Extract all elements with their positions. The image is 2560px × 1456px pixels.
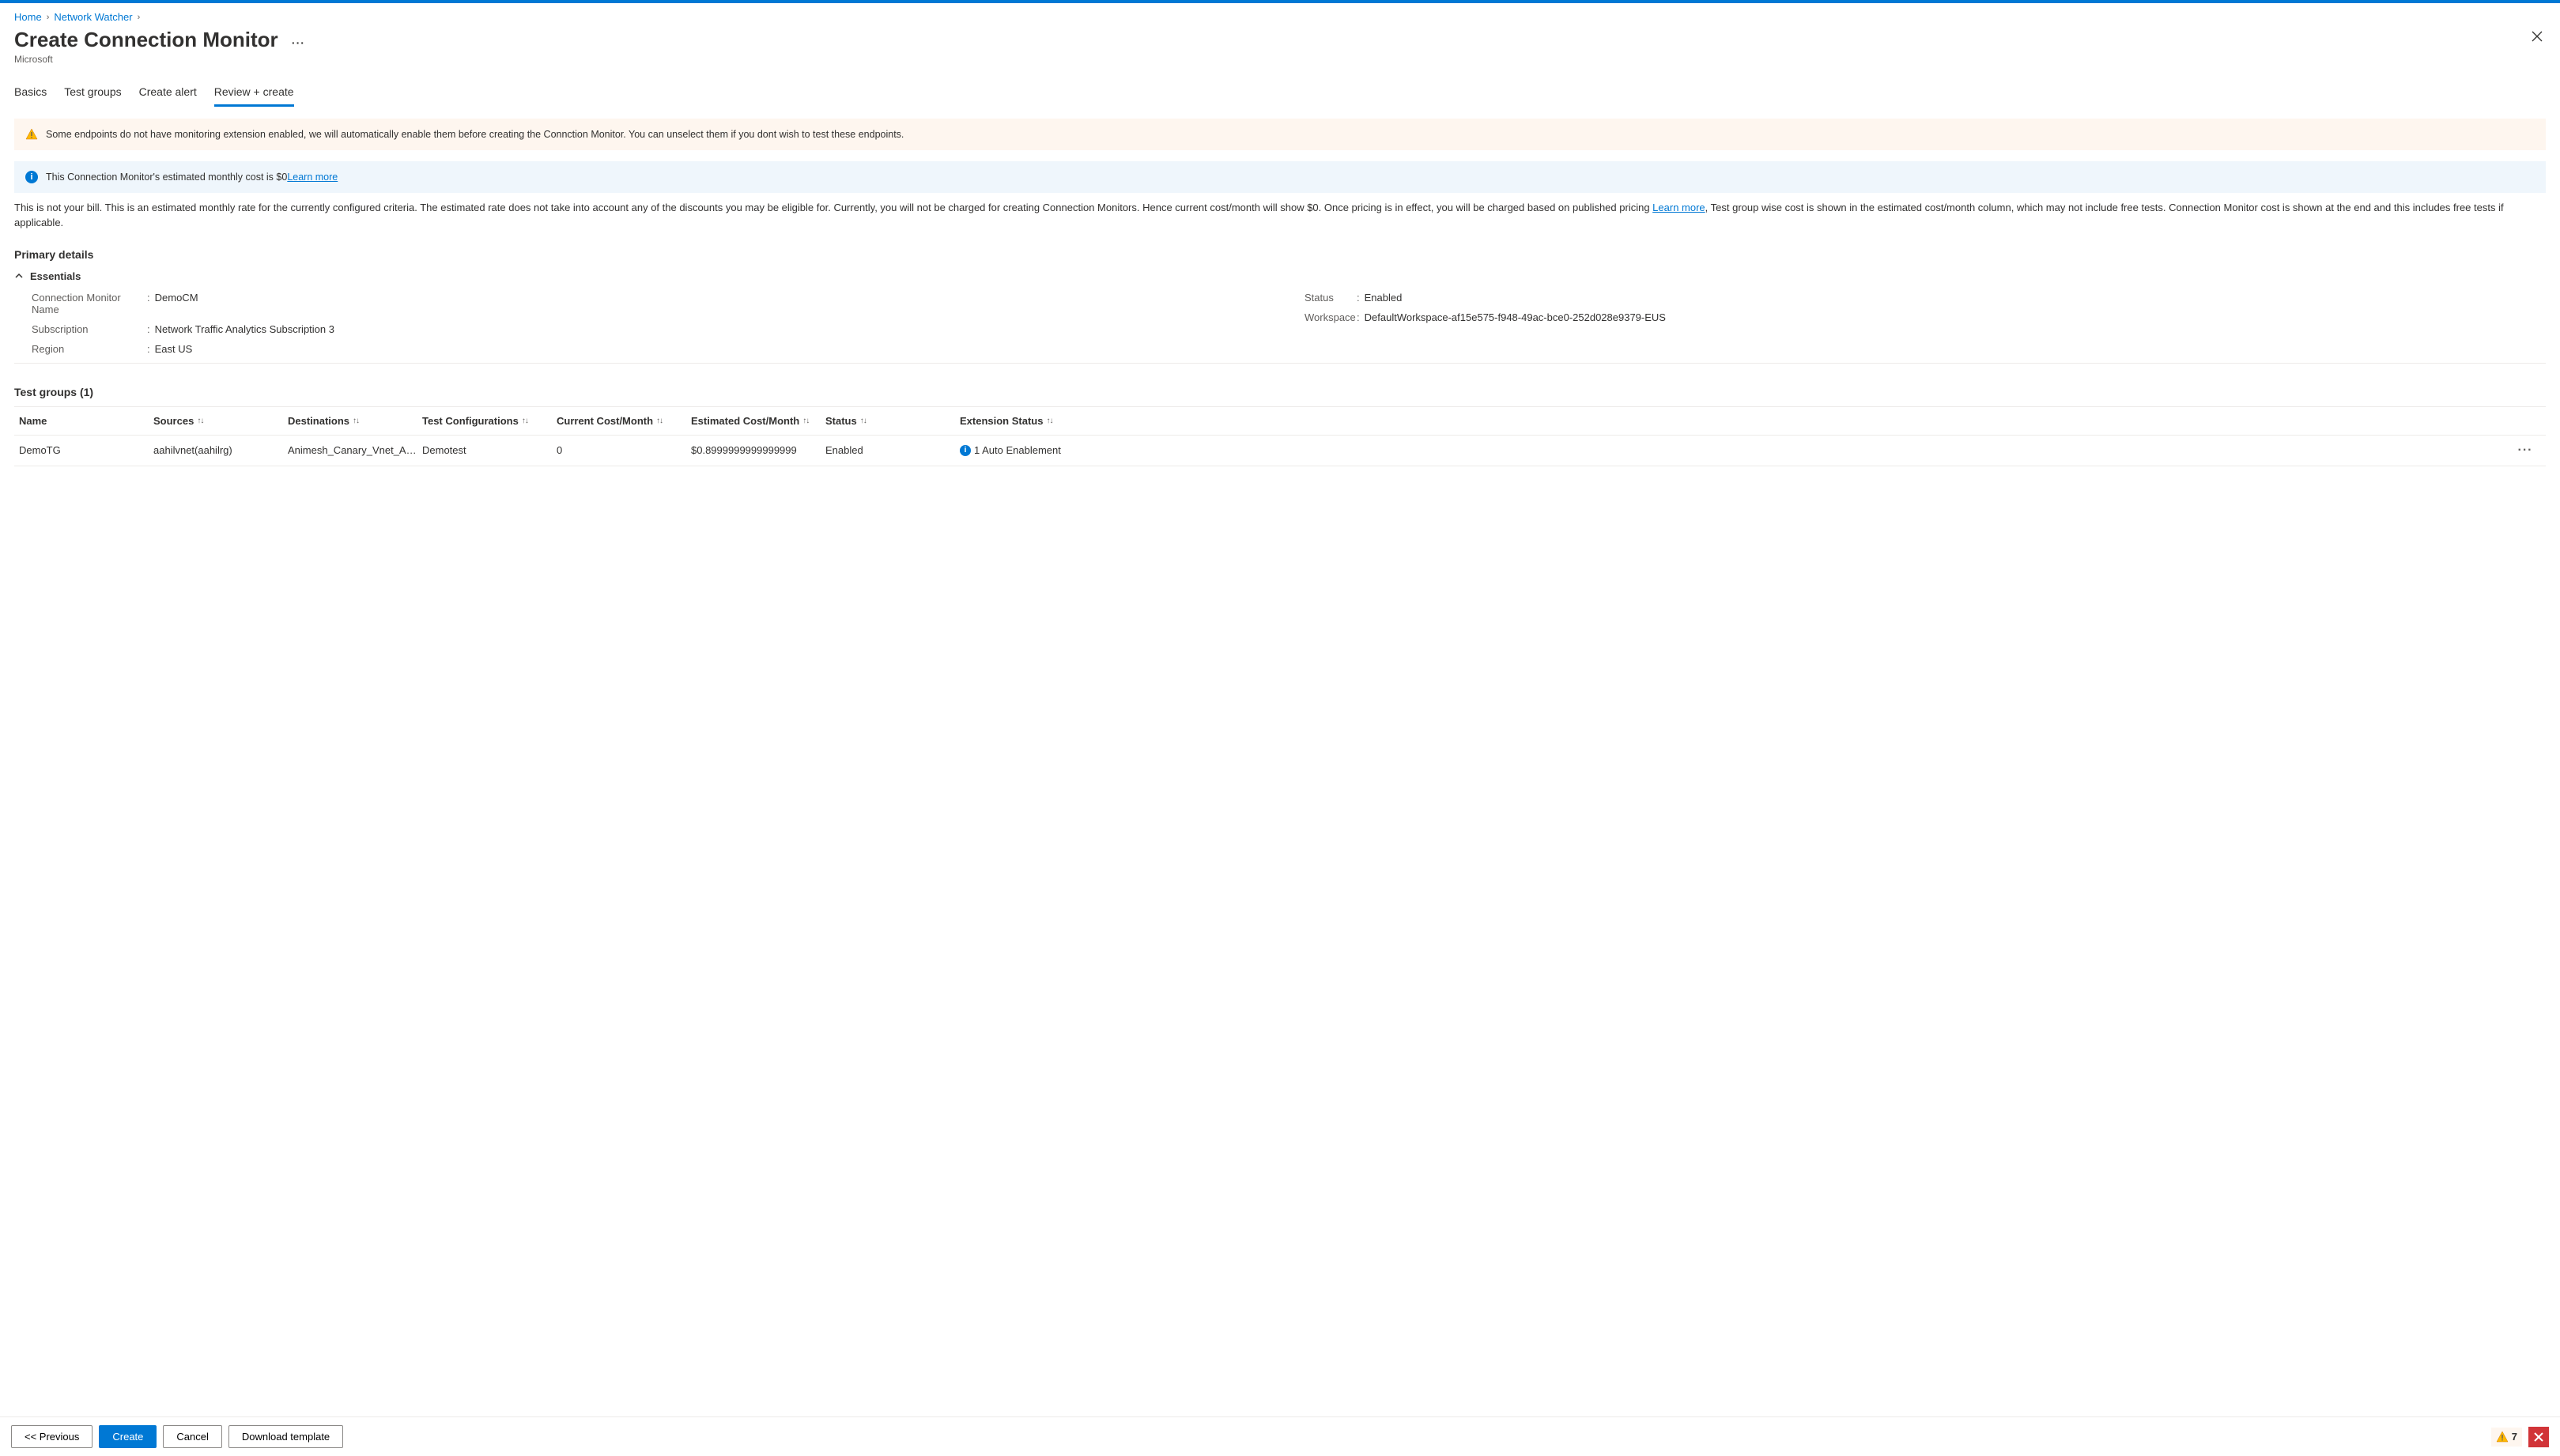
table-header-row: Name Sources↑↓ Destinations↑↓ Test Confi… bbox=[14, 407, 2546, 436]
warning-banner: Some endpoints do not have monitoring ex… bbox=[14, 119, 2546, 150]
breadcrumb: Home › Network Watcher › bbox=[14, 11, 2546, 23]
title-block: Create Connection Monitor ··· Microsoft bbox=[14, 28, 305, 65]
essentials-row: Subscription: Network Traffic Analytics … bbox=[32, 323, 1273, 335]
essentials-value: Enabled bbox=[1365, 292, 1403, 304]
breadcrumb-network-watcher[interactable]: Network Watcher bbox=[54, 11, 132, 23]
cell-extension-status: i 1 Auto Enablement bbox=[960, 444, 2509, 456]
essentials-value: DefaultWorkspace-af15e575-f948-49ac-bce0… bbox=[1365, 311, 1666, 323]
warning-icon bbox=[2496, 1431, 2509, 1443]
essentials-label: Status bbox=[1305, 292, 1352, 304]
test-groups-table: Name Sources↑↓ Destinations↑↓ Test Confi… bbox=[14, 406, 2546, 466]
close-icon bbox=[2532, 31, 2543, 42]
chevron-right-icon: › bbox=[138, 13, 141, 22]
tab-basics[interactable]: Basics bbox=[14, 81, 47, 107]
chevron-up-icon bbox=[14, 271, 24, 281]
col-current-cost[interactable]: Current Cost/Month↑↓ bbox=[557, 415, 691, 427]
tab-create-alert[interactable]: Create alert bbox=[139, 81, 197, 107]
cell-sources: aahilvnet(aahilrg) bbox=[153, 444, 288, 456]
page-title: Create Connection Monitor ··· bbox=[14, 28, 305, 52]
footer-bar: << Previous Create Cancel Download templ… bbox=[0, 1416, 2560, 1456]
info-icon: i bbox=[25, 171, 38, 183]
essentials-left: Connection Monitor Name: DemoCM Subscrip… bbox=[32, 292, 1273, 355]
sort-icon: ↑↓ bbox=[860, 417, 867, 425]
download-template-button[interactable]: Download template bbox=[228, 1425, 343, 1448]
chevron-right-icon: › bbox=[47, 13, 50, 22]
cell-status: Enabled bbox=[825, 444, 960, 456]
info-learn-more-link[interactable]: Learn more bbox=[287, 172, 338, 183]
warning-text: Some endpoints do not have monitoring ex… bbox=[46, 129, 904, 140]
col-test-configurations[interactable]: Test Configurations↑↓ bbox=[422, 415, 557, 427]
previous-button[interactable]: << Previous bbox=[11, 1425, 93, 1448]
notification-warning-badge[interactable]: 7 bbox=[2491, 1428, 2522, 1447]
essentials-label: Workspace bbox=[1305, 311, 1352, 323]
cell-estimated-cost: $0.8999999999999999 bbox=[691, 444, 825, 456]
page-content: Home › Network Watcher › Create Connecti… bbox=[0, 3, 2560, 1416]
table-row[interactable]: DemoTG aahilvnet(aahilrg) Animesh_Canary… bbox=[14, 436, 2546, 466]
close-button[interactable] bbox=[2528, 28, 2546, 45]
sort-icon: ↑↓ bbox=[656, 417, 663, 425]
sort-icon: ↑↓ bbox=[353, 417, 359, 425]
breadcrumb-home[interactable]: Home bbox=[14, 11, 42, 23]
cancel-button[interactable]: Cancel bbox=[163, 1425, 221, 1448]
cell-test-configs: Demotest bbox=[422, 444, 557, 456]
essentials-value: Network Traffic Analytics Subscription 3 bbox=[155, 323, 334, 335]
info-text: This Connection Monitor's estimated mont… bbox=[46, 172, 338, 183]
essentials-row: Region: East US bbox=[32, 343, 1273, 355]
close-icon bbox=[2534, 1432, 2543, 1442]
info-banner: i This Connection Monitor's estimated mo… bbox=[14, 161, 2546, 193]
info-icon: i bbox=[960, 445, 971, 456]
col-status[interactable]: Status↑↓ bbox=[825, 415, 960, 427]
tabs: Basics Test groups Create alert Review +… bbox=[14, 81, 2546, 108]
warning-icon bbox=[25, 128, 38, 141]
col-sources[interactable]: Sources↑↓ bbox=[153, 415, 288, 427]
essentials-toggle[interactable]: Essentials bbox=[14, 270, 2546, 282]
col-estimated-cost[interactable]: Estimated Cost/Month↑↓ bbox=[691, 415, 825, 427]
essentials-label: Connection Monitor Name bbox=[32, 292, 142, 315]
pricing-learn-more-link[interactable]: Learn more bbox=[1652, 202, 1705, 213]
row-more-button[interactable]: ··· bbox=[2509, 443, 2541, 458]
essentials-row: Status: Enabled bbox=[1305, 292, 2546, 304]
cell-current-cost: 0 bbox=[557, 444, 691, 456]
essentials-label: Region bbox=[32, 343, 142, 355]
col-destinations[interactable]: Destinations↑↓ bbox=[288, 415, 422, 427]
essentials-value: East US bbox=[155, 343, 193, 355]
col-extension-status[interactable]: Extension Status↑↓ bbox=[960, 415, 2509, 427]
cell-destinations: Animesh_Canary_Vnet_ANM(… bbox=[288, 444, 422, 456]
col-name[interactable]: Name bbox=[19, 415, 153, 427]
tab-test-groups[interactable]: Test groups bbox=[64, 81, 121, 107]
tab-review-create[interactable]: Review + create bbox=[214, 81, 294, 107]
essentials-grid: Connection Monitor Name: DemoCM Subscrip… bbox=[14, 292, 2546, 364]
create-button[interactable]: Create bbox=[99, 1425, 157, 1448]
test-groups-title: Test groups (1) bbox=[14, 386, 2546, 398]
essentials-right: Status: Enabled Workspace: DefaultWorksp… bbox=[1305, 292, 2546, 355]
cell-name: DemoTG bbox=[19, 444, 153, 456]
notification-error-badge[interactable] bbox=[2528, 1427, 2549, 1447]
sort-icon: ↑↓ bbox=[1046, 417, 1052, 425]
sort-icon: ↑↓ bbox=[522, 417, 528, 425]
page-header: Create Connection Monitor ··· Microsoft bbox=[14, 28, 2546, 65]
sort-icon: ↑↓ bbox=[197, 417, 203, 425]
title-more-button[interactable]: ··· bbox=[292, 36, 305, 49]
essentials-row: Connection Monitor Name: DemoCM bbox=[32, 292, 1273, 315]
page-subtitle: Microsoft bbox=[14, 54, 305, 65]
primary-details-title: Primary details bbox=[14, 248, 2546, 261]
billing-paragraph: This is not your bill. This is an estima… bbox=[14, 201, 2546, 231]
essentials-row: Workspace: DefaultWorkspace-af15e575-f94… bbox=[1305, 311, 2546, 323]
sort-icon: ↑↓ bbox=[802, 417, 809, 425]
essentials-label: Subscription bbox=[32, 323, 142, 335]
essentials-value: DemoCM bbox=[155, 292, 198, 315]
